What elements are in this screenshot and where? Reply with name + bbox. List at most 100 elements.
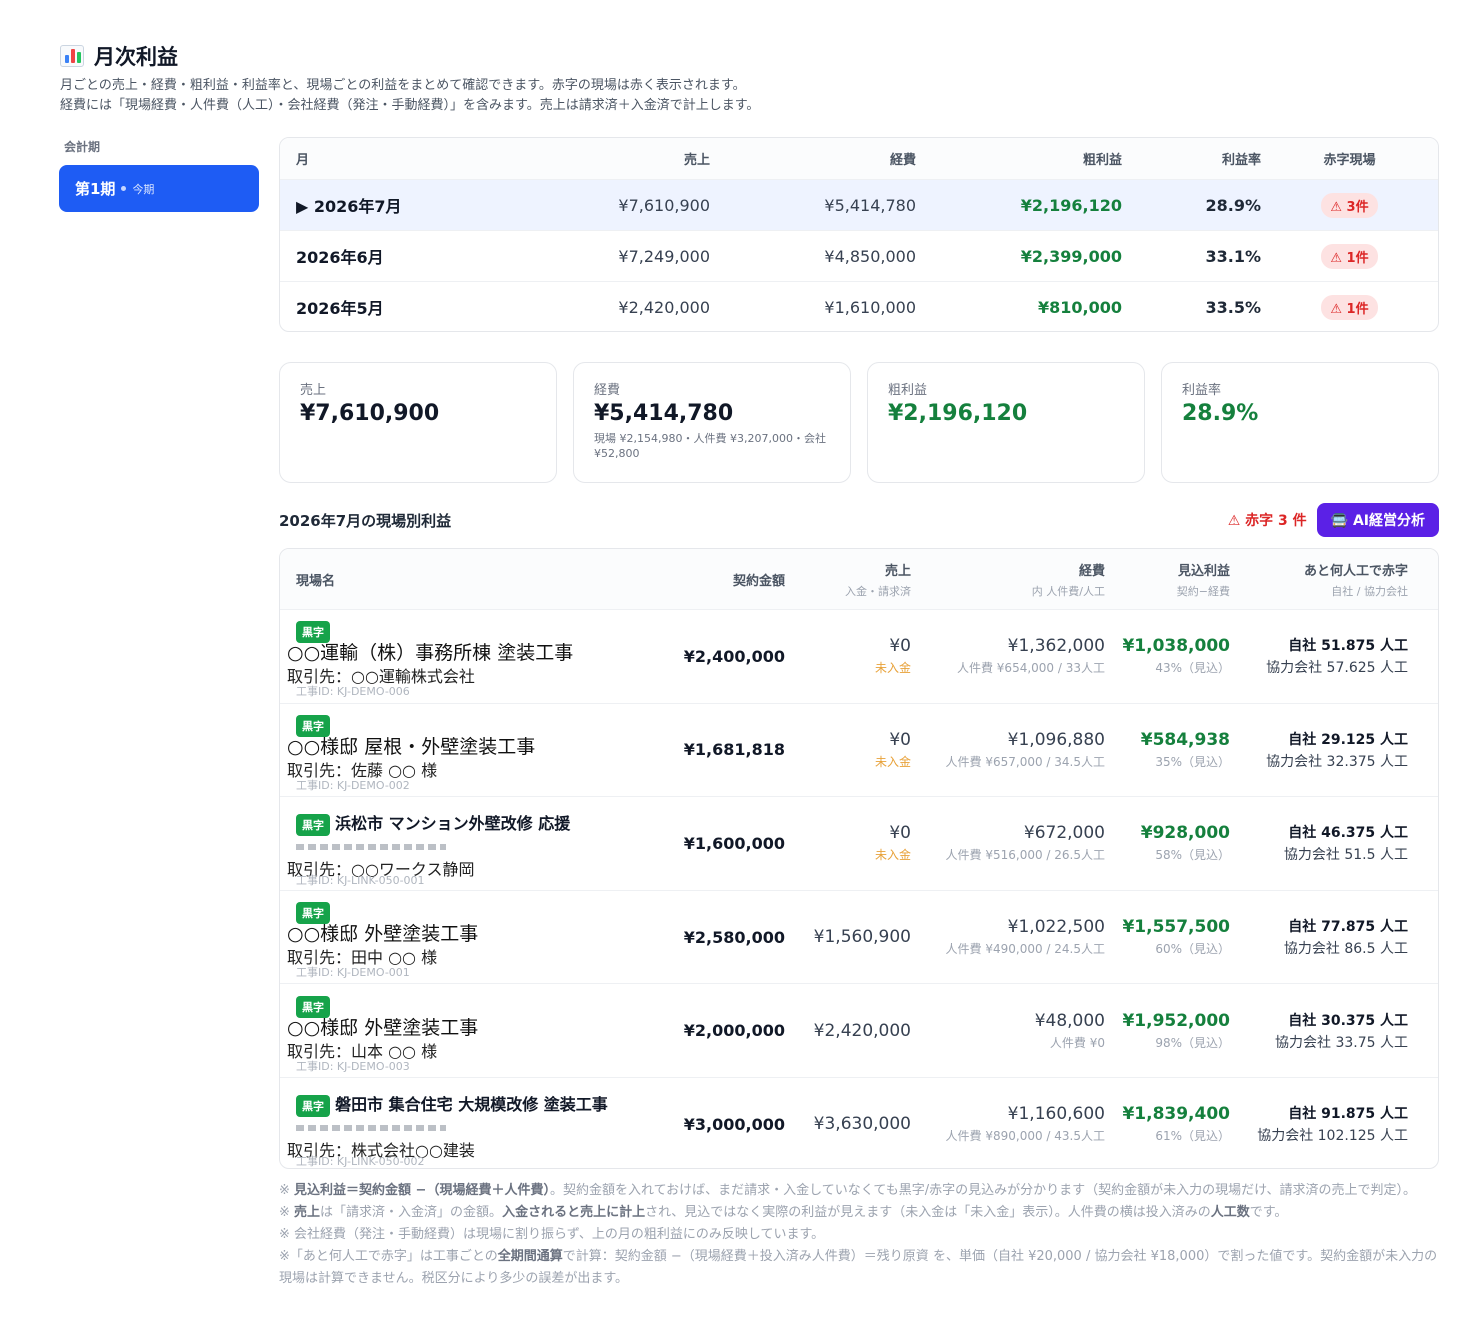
site-profit-cell: ¥1,839,400 61%（見込）	[1105, 1104, 1230, 1144]
site-table: 現場名 契約金額 売上 入金・請求済 経費内 人件費/人工 見込利益 契約−経費 あ…	[279, 548, 1439, 1169]
site-profit: ¥928,000	[1140, 823, 1230, 844]
page-description: 月ごとの売上・経費・粗利益・利益率と、現場ごとの利益をまとめて確認できます。赤字…	[60, 78, 760, 113]
site-name-cell: 黒字 ○○様邸 外壁塗装工事 取引先：田中 ○○ 様工事ID: KJ-DEMO-00…	[280, 902, 640, 979]
site-profit-cell: ¥928,000 58%（見込）	[1105, 823, 1230, 863]
site-sales-cell: ¥3,630,000	[785, 1114, 911, 1134]
card-value: ¥5,414,780	[594, 401, 734, 426]
month-expense: ¥1,610,000	[824, 297, 916, 317]
labor-cost-note: 人件費 ¥654,000 / 33人工	[956, 661, 1105, 676]
card-label: 利益率	[1182, 383, 1222, 398]
month-expense: ¥4,850,000	[824, 246, 916, 266]
site-sales: ¥1,560,900	[813, 927, 911, 948]
site-row[interactable]: 黒字 浜松市 マンション外壁改修 応援 取引先：○○ワークス静岡 工事ID: KJ-…	[280, 796, 1438, 890]
month-rate: 33.5%	[1205, 297, 1261, 317]
site-expense-cell: ¥48,000 人件費 ¥0	[911, 1011, 1105, 1051]
month-label: ▶ 2026年7月	[296, 197, 402, 216]
site-profit: ¥1,557,500	[1122, 917, 1230, 938]
site-section-header: 2026年7月の現場別利益 ⚠ 赤字 3 件 🚍 AI経営分析	[279, 503, 1439, 537]
deficit-count: ⚠ 赤字 3 件	[1227, 513, 1307, 529]
profit-rate-note: 61%（見込）	[1155, 1129, 1230, 1144]
month-profit: ¥2,196,120	[1020, 195, 1122, 215]
col-profit: 粗利益	[1082, 153, 1122, 168]
month-rate: 33.1%	[1205, 246, 1261, 266]
site-id: 工事ID: KJ-DEMO-002	[296, 778, 410, 792]
col-sales: 売上 入金・請求済	[845, 563, 911, 598]
note-2: ※ 売上は「請求済・入金済」の金額。入金されると売上に計上され、見込ではなく実際…	[279, 1205, 1288, 1220]
card-note: 現場 ¥2,154,980・人件費 ¥3,207,000・会社 ¥52,800	[594, 432, 826, 460]
site-row[interactable]: 黒字 磐田市 集合住宅 大規模改修 塗装工事 取引先：株式会社○○建装 工事ID: …	[280, 1076, 1438, 1169]
site-profit: ¥584,938	[1140, 729, 1230, 750]
site-title: ○○運輸（株）事務所棟 塗装工事	[287, 642, 574, 665]
month-row[interactable]: 2026年6月 ¥7,249,000 ¥4,850,000 ¥2,399,000…	[280, 230, 1438, 281]
period-sub: 今期	[132, 182, 155, 196]
site-row[interactable]: 黒字 ○○様邸 外壁塗装工事 取引先：山本 ○○ 様工事ID: KJ-DEMO-00…	[280, 983, 1438, 1077]
labor-own: 自社 30.375 人工	[1288, 1012, 1408, 1029]
month-row[interactable]: ▶ 2026年7月 ¥7,610,900 ¥5,414,780 ¥2,196,1…	[280, 179, 1438, 230]
site-expense: ¥672,000	[1023, 823, 1105, 844]
site-labor-cell: 自社 30.375 人工 協力会社 33.75 人工	[1230, 1010, 1424, 1052]
site-sales: ¥0	[889, 823, 911, 844]
site-name-cell: 黒字 浜松市 マンション外壁改修 応援 取引先：○○ワークス静岡 工事ID: KJ-…	[280, 806, 640, 887]
col-expense: 経費	[889, 153, 916, 168]
month-sales: ¥7,610,900	[618, 195, 710, 215]
card-label: 売上	[300, 383, 327, 398]
profit-rate-note: 98%（見込）	[1155, 1035, 1230, 1050]
site-id: 工事ID: KJ-DEMO-003	[296, 1059, 410, 1073]
monthly-table: 月 売上 経費 粗利益 利益率 赤字現場 ▶ 2026年7月 ¥7,610,90…	[279, 137, 1439, 332]
period-button-1[interactable]: 第1期 今期	[59, 165, 259, 212]
site-title: ○○様邸 屋根・外壁塗装工事	[287, 735, 536, 758]
sidebar-label: 会計期	[64, 140, 101, 154]
page-title: 月次利益	[94, 45, 178, 69]
site-id: 工事ID: KJ-LINK-050-002	[296, 1155, 425, 1169]
month-label: 2026年5月	[296, 299, 384, 318]
site-contract: ¥3,000,000	[683, 1114, 785, 1134]
period-name: 第1期	[75, 180, 116, 198]
monthly-table-header: 月 売上 経費 粗利益 利益率 赤字現場	[280, 138, 1438, 179]
site-expense: ¥1,022,500	[1007, 917, 1105, 938]
month-row[interactable]: 2026年5月 ¥2,420,000 ¥1,610,000 ¥810,000 3…	[280, 281, 1438, 331]
labor-partner: 協力会社 86.5 人工	[1283, 941, 1408, 958]
note-4: ※「あと何人工で赤字」は工事ごとの全期間通算で計算：契約金額 −（現場経費＋投入…	[279, 1249, 1438, 1286]
site-row[interactable]: 黒字 ○○運輸（株）事務所棟 塗装工事 取引先：○○運輸株式会社 工事ID: KJ-D…	[280, 609, 1438, 703]
site-sales-cell: ¥0 未入金	[785, 823, 911, 863]
site-row[interactable]: 黒字 ○○様邸 外壁塗装工事 取引先：田中 ○○ 様工事ID: KJ-DEMO-00…	[280, 889, 1438, 984]
site-contract: ¥2,400,000	[683, 646, 785, 666]
labor-cost-note: 人件費 ¥657,000 / 34.5人工	[945, 754, 1105, 769]
labor-own: 自社 46.375 人工	[1288, 825, 1408, 842]
col-labor: あと何人工で赤字 自社 / 協力会社	[1303, 563, 1408, 598]
labor-partner: 協力会社 32.375 人工	[1266, 753, 1408, 770]
col-deficit: 赤字現場	[1323, 153, 1376, 168]
profit-rate-note: 35%（見込）	[1155, 754, 1230, 769]
unpaid-note: 未入金	[874, 848, 911, 863]
site-profit: ¥1,839,400	[1122, 1104, 1230, 1125]
labor-own: 自社 77.875 人工	[1288, 919, 1408, 936]
site-profit: ¥1,038,000	[1122, 636, 1230, 657]
site-expense-cell: ¥1,362,000 人件費 ¥654,000 / 33人工	[911, 636, 1105, 676]
col-month: 月	[296, 153, 310, 168]
month-sales: ¥7,249,000	[618, 246, 710, 266]
deficit-badge: ⚠ 3件	[1321, 192, 1378, 218]
labor-cost-note: 人件費 ¥890,000 / 43.5人工	[945, 1129, 1105, 1144]
col-contract: 契約金額	[732, 573, 785, 589]
month-sales: ¥2,420,000	[618, 297, 710, 317]
site-sales: ¥0	[889, 729, 911, 750]
labor-partner: 協力会社 57.625 人工	[1266, 660, 1408, 677]
site-id: 工事ID: KJ-DEMO-001	[296, 966, 410, 980]
month-rate: 28.9%	[1205, 195, 1261, 215]
labor-partner: 協力会社 51.5 人工	[1283, 847, 1408, 864]
month-profit: ¥2,399,000	[1020, 246, 1122, 266]
labor-cost-note: 人件費 ¥490,000 / 24.5人工	[945, 942, 1105, 957]
site-profit-cell: ¥1,952,000 98%（見込）	[1105, 1011, 1230, 1051]
site-contract: ¥1,600,000	[683, 833, 785, 853]
site-title: ○○様邸 外壁塗装工事	[287, 923, 479, 946]
site-sales-cell: ¥1,560,900	[785, 927, 911, 947]
ai-analysis-button[interactable]: 🚍 AI経営分析	[1316, 503, 1439, 537]
site-profit: ¥1,952,000	[1122, 1010, 1230, 1031]
labor-cost-note: 人件費 ¥516,000 / 26.5人工	[945, 848, 1105, 863]
site-expense: ¥1,096,880	[1007, 729, 1105, 750]
site-row[interactable]: 黒字 ○○様邸 屋根・外壁塗装工事 取引先：佐藤 ○○ 様工事ID: KJ-DEMO…	[280, 702, 1438, 797]
site-labor-cell: 自社 91.875 人工 協力会社 102.125 人工	[1230, 1103, 1424, 1145]
col-profit: 見込利益 契約−経費	[1176, 563, 1230, 598]
col-sales: 売上	[683, 153, 710, 168]
card-value: ¥7,610,900	[300, 401, 440, 426]
